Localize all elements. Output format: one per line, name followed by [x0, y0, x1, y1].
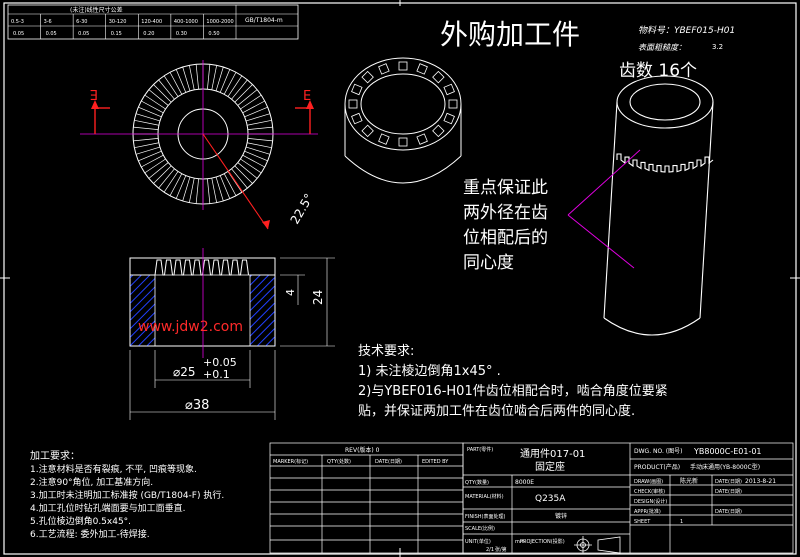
dim-tol-lower: +0.1	[203, 368, 230, 381]
rev-title: REV(版本) 0	[345, 446, 380, 454]
qty-value: 8000E	[515, 479, 534, 486]
drawer-name: 陈光新	[680, 477, 698, 485]
qty-label: QTY(数量)	[465, 479, 489, 486]
product-label: PRODUCT(产品)	[634, 463, 680, 471]
note-line: 位相配后的	[463, 228, 548, 248]
product-name: 手动床通用(YB-8000C型)	[690, 463, 760, 471]
section-label-right: E	[303, 89, 311, 104]
unit-label: UNIT(单位)	[465, 538, 491, 545]
tolerance-range: 400-1000	[174, 19, 198, 25]
dwg-label: DWG. NO. (图号)	[634, 448, 682, 455]
concentricity-note: 重点保证此 两外径在齿 位相配后的 同心度	[463, 178, 548, 273]
tolerance-value: 0.20	[143, 31, 154, 37]
rev-col-edited: EDITED BY	[422, 459, 449, 465]
material-label: MATERIAL(材料)	[465, 493, 504, 500]
design-label: DESIGN(设计)	[634, 498, 667, 505]
sheet-total-label: 张/第	[495, 546, 507, 553]
dim-h4: 4	[284, 289, 297, 296]
process-line: 3.加工时未注明加工标准按 (GB/T1804-F) 执行.	[30, 489, 224, 501]
tolerance-value: 0.05	[46, 31, 57, 37]
note-line: 两外径在齿	[463, 203, 548, 223]
projection-symbol-icon	[574, 536, 621, 554]
tolerance-range: 1000-2000	[206, 19, 233, 25]
date1-label: DATE(日期)	[715, 479, 742, 485]
date2-label: DATE(日期)	[715, 489, 742, 495]
tech-line: 2)与YBEF016-H01件齿位相配合时，啮合角度位要紧	[358, 383, 668, 399]
process-line: 1.注意材料是否有裂痕, 不平, 凹痕等现象.	[30, 463, 197, 475]
rev-col-qty: QTY(处数)	[327, 458, 351, 465]
section-label-left: E	[90, 86, 98, 101]
tolerance-value: 0.05	[13, 31, 24, 37]
note-line: 同心度	[463, 253, 514, 273]
tolerance-range: 120-400	[141, 19, 162, 25]
date3-label: DATE(日期)	[715, 509, 742, 515]
gear-ring-isometric	[344, 57, 462, 184]
tolerance-value: 0.30	[176, 31, 187, 37]
scale-label: SCALE(比例)	[465, 525, 495, 532]
tech-line: 1) 未注棱边倒角1x45° .	[358, 363, 501, 379]
sheet-label: SHEET	[634, 519, 651, 525]
drawing-canvas: (未注)线性尺寸公差 GB/T1804-m 0.5-3 0.05 3-6 0.05 6-…	[0, 0, 800, 557]
roughness-value: 3.2	[712, 43, 723, 51]
tolerance-title: (未注)线性尺寸公差	[70, 6, 123, 14]
tech-heading: 技术要求:	[358, 344, 414, 359]
dwg-number: YB8000C-E01-01	[693, 447, 762, 456]
page-title: 外购加工件	[440, 18, 580, 51]
process-line: 2.注意90°角位, 加工基准方向.	[30, 476, 153, 488]
sheet-value: 1	[680, 519, 683, 525]
tolerance-range: 3-6	[44, 19, 52, 25]
tech-line: 贴，并保证两加工件在齿位啮合后两件的同心度.	[358, 403, 635, 419]
proj-label: PROJECTION(投影)	[520, 538, 565, 545]
dim-d38: ⌀38	[185, 398, 209, 413]
rev-col-date: DATE(日期)	[375, 459, 402, 465]
gear-ring-front-view: E E 22.5°	[80, 60, 318, 230]
tolerance-range: 30-120	[109, 19, 127, 25]
part-name-2: 固定座	[535, 460, 565, 473]
date1-value: 2013-8-21	[745, 478, 776, 485]
tolerance-value: 0.50	[208, 31, 219, 37]
tolerance-value: 0.05	[78, 31, 89, 37]
dim-d25: ⌀25	[173, 365, 196, 379]
part-name-1: 通用件017-01	[520, 448, 585, 460]
tolerance-std: GB/T1804-m	[245, 17, 283, 24]
note-line: 重点保证此	[463, 178, 548, 198]
angle-label: 22.5°	[288, 191, 316, 226]
process-requirements: 加工要求： 1.注意材料是否有裂痕, 不平, 凹痕等现象. 2.注意90°角位,…	[30, 450, 224, 540]
process-line: 4.加工孔位时钻孔端面要与加工面垂直.	[30, 502, 185, 514]
appr-label: APPR(批准)	[634, 508, 661, 515]
tolerance-range: 6-30	[76, 19, 87, 25]
finish-label: FINISH(表面处理)	[465, 513, 505, 520]
tolerance-range: 0.5-3	[11, 19, 24, 25]
draw-label: DRAW(画图)	[634, 479, 663, 485]
cylinder-isometric	[603, 75, 714, 336]
part-label: PART(零件)	[467, 446, 493, 453]
rev-col-marker: MARKER(标记)	[273, 458, 308, 465]
dim-h24: 24	[311, 290, 325, 305]
title-block	[462, 442, 794, 554]
watermark-text: www.jdw2.com	[138, 319, 243, 335]
process-line: 6.工艺流程: 委外加工-待焊接.	[30, 528, 150, 540]
scale-value: 2/1	[486, 547, 494, 553]
material-value: Q235A	[535, 494, 566, 504]
finish-value: 镀锌	[555, 512, 567, 520]
tolerance-table: (未注)线性尺寸公差 GB/T1804-m 0.5-3 0.05 3-6 0.05 6-…	[7, 4, 299, 40]
process-line: 5.孔位棱边倒角0.5x45°.	[30, 515, 131, 527]
process-heading: 加工要求：	[30, 450, 80, 462]
roughness-line: 表面粗糙度：	[638, 43, 686, 52]
tolerance-value: 0.15	[111, 31, 122, 37]
tech-requirements: 技术要求: 1) 未注棱边倒角1x45° . 2)与YBEF016-H01件齿位…	[358, 344, 668, 419]
check-label: CHECK(审核)	[634, 488, 665, 495]
code-line: 物料号：YBEF015-H01	[638, 25, 735, 36]
